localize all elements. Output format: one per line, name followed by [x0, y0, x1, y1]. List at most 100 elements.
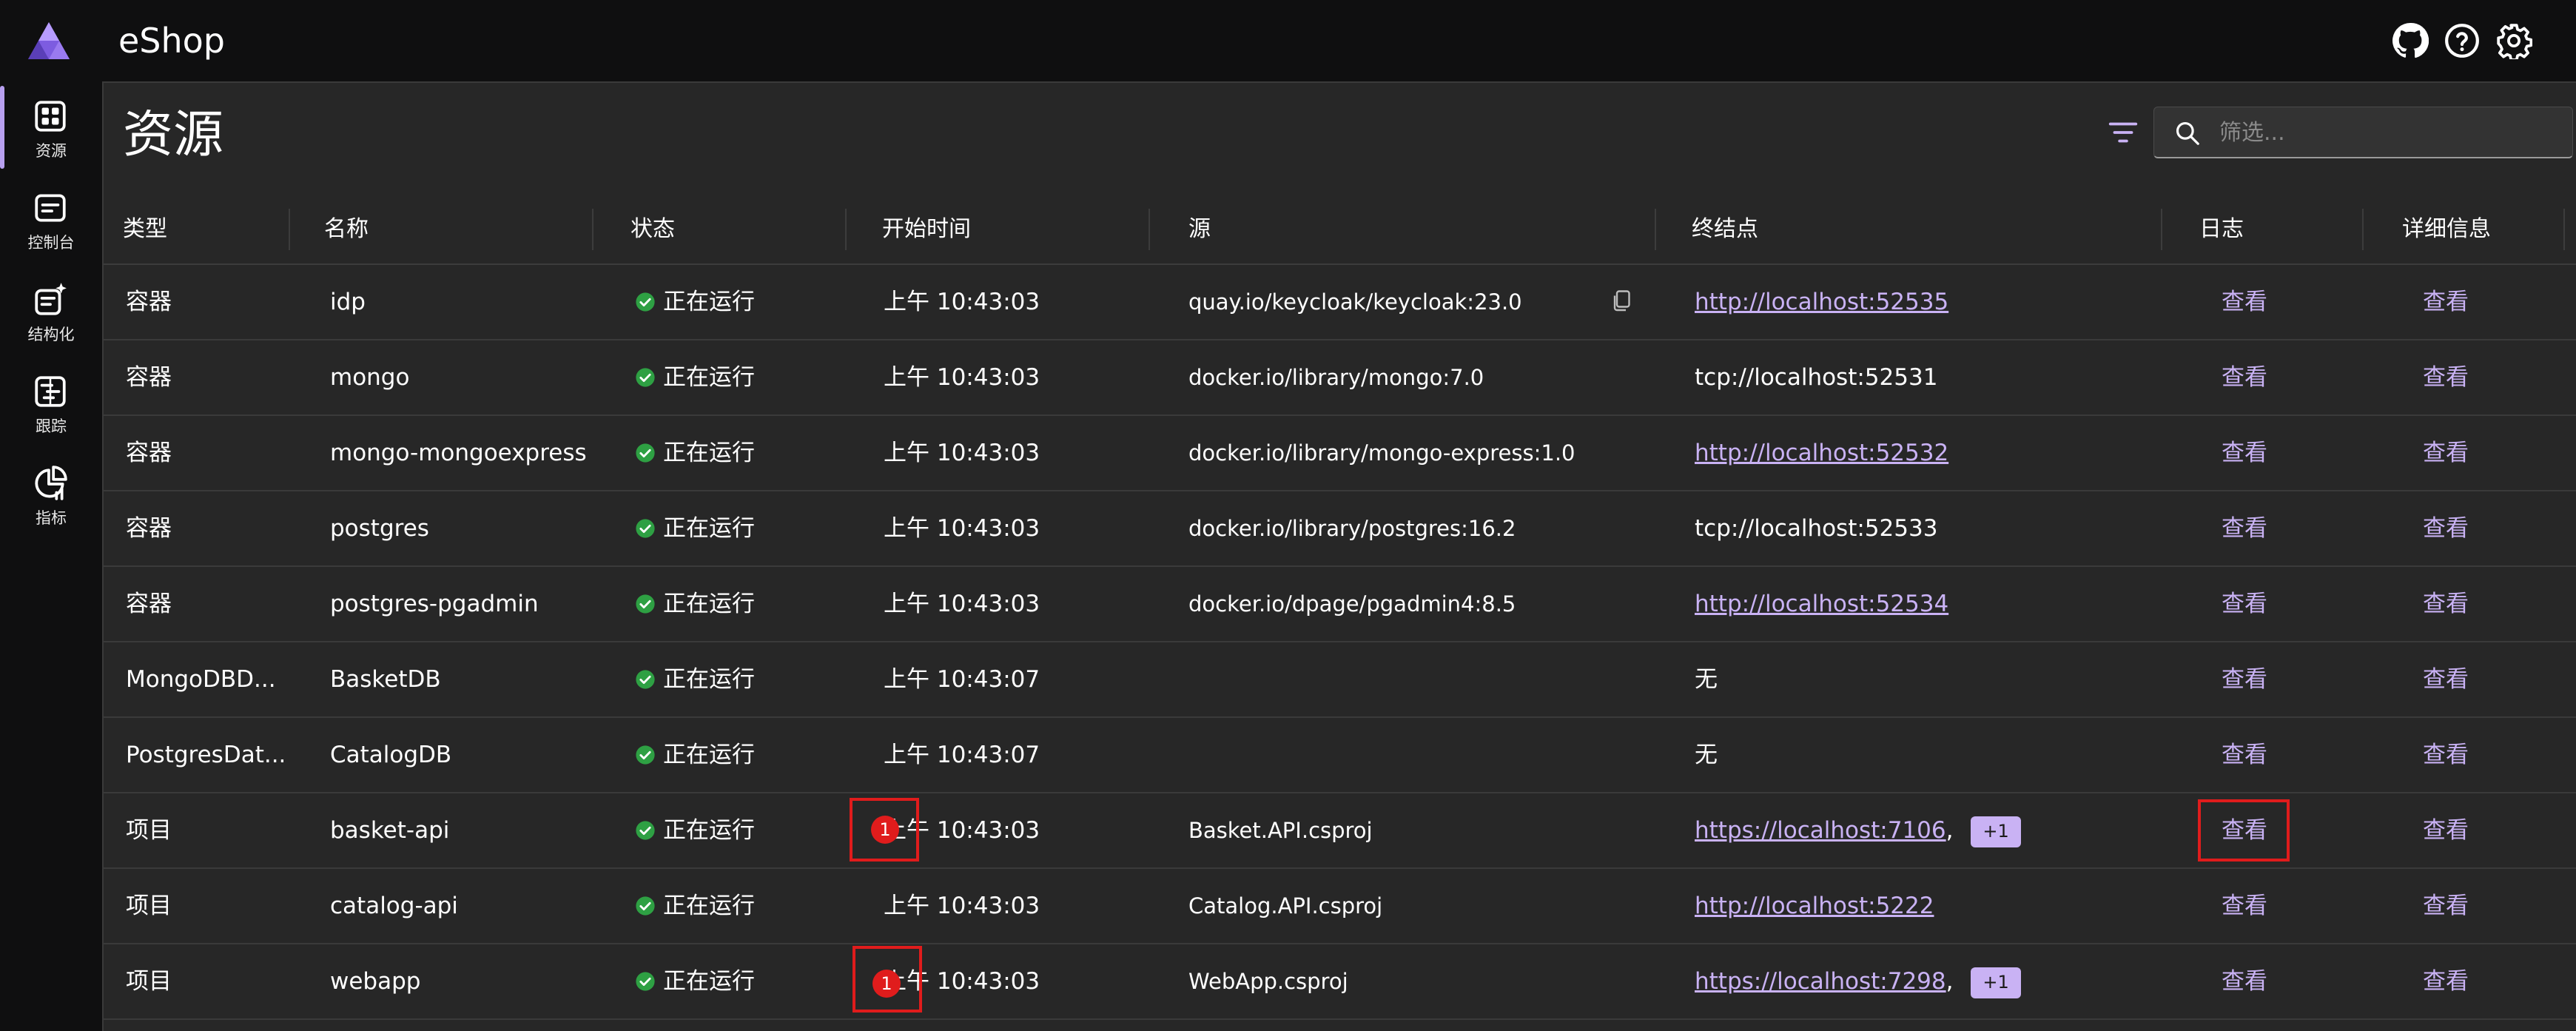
top-bar: eShop	[0, 0, 2576, 81]
table-row: 项目 catalog-api 正在运行 上午 10:43:03 Catalog.…	[104, 869, 2576, 944]
logs-highlight-box	[2198, 799, 2290, 862]
sidebar-item-label: 资源	[36, 142, 67, 160]
column-header-type[interactable]: 类型	[123, 194, 167, 265]
endpoints: tcp://localhost:52533	[1695, 491, 2153, 565]
column-divider[interactable]	[1655, 209, 1656, 250]
view-logs-link[interactable]: 查看	[2222, 491, 2340, 565]
view-details-link[interactable]: 查看	[2423, 642, 2541, 716]
search-box[interactable]	[2153, 107, 2573, 158]
resource-source: WebApp.csproj	[1188, 969, 1348, 994]
sidebar-item-label: 结构化	[27, 326, 75, 343]
start-time: 上午 10:43:07	[884, 742, 1040, 768]
resource-state: 正在运行	[635, 265, 850, 339]
running-check-icon	[636, 670, 655, 689]
column-header-name[interactable]: 名称	[324, 194, 369, 265]
start-time: 上午 10:43:03	[884, 364, 1040, 391]
start-time: 上午 10:43:07	[884, 666, 1040, 693]
endpoint-link[interactable]: http://localhost:52534	[1695, 591, 1948, 617]
table-row: 容器 idp 正在运行 上午 10:43:03 quay.io/keycloak…	[104, 265, 2576, 340]
resource-source: docker.io/library/mongo-express:1.0	[1188, 440, 1575, 466]
view-details-link[interactable]: 查看	[2423, 265, 2541, 339]
endpoints: http://localhost:52532	[1695, 416, 2153, 490]
endpoints: 无	[1695, 642, 2153, 716]
column-divider[interactable]	[592, 209, 593, 250]
view-details-link[interactable]: 查看	[2423, 793, 2541, 867]
resource-source	[1188, 642, 1603, 716]
sidebar-item-structured[interactable]: 结构化	[0, 265, 102, 357]
sidebar-item-label: 控制台	[27, 234, 75, 252]
column-header-state[interactable]: 状态	[630, 194, 675, 265]
resource-name: mongo-mongoexpress	[330, 440, 587, 466]
column-divider[interactable]	[289, 209, 290, 250]
structured-icon	[35, 283, 67, 315]
endpoint-link[interactable]: https://localhost:7298	[1695, 968, 1946, 995]
endpoint-link[interactable]: http://localhost:52535	[1695, 289, 1948, 315]
view-logs-link[interactable]: 查看	[2222, 567, 2340, 641]
endpoint-link[interactable]: http://localhost:5222	[1695, 893, 1934, 919]
column-divider[interactable]	[2362, 209, 2364, 250]
view-logs-link[interactable]: 查看	[2222, 944, 2340, 1018]
column-header-logs[interactable]: 日志	[2199, 194, 2244, 265]
more-endpoints-badge[interactable]: +1	[1971, 816, 2021, 847]
resource-source: Basket.API.csproj	[1188, 818, 1373, 843]
table-row: 容器 mongo 正在运行 上午 10:43:03 docker.io/libr…	[104, 340, 2576, 416]
sidebar: 资源 控制台 结构化 跟踪 指标	[0, 81, 102, 1031]
view-logs-link[interactable]: 查看	[2222, 416, 2340, 490]
resource-state: 正在运行	[635, 944, 850, 1018]
column-divider[interactable]	[1149, 209, 1150, 250]
column-divider[interactable]	[2161, 209, 2162, 250]
column-header-source[interactable]: 源	[1188, 194, 1211, 265]
view-details-link[interactable]: 查看	[2423, 340, 2541, 414]
sidebar-item-console[interactable]: 控制台	[0, 173, 102, 265]
view-details-link[interactable]: 查看	[2423, 567, 2541, 641]
resource-name: CatalogDB	[330, 742, 452, 768]
table-row: 项目 webapp 正在运行 上午 10:43:03 WebApp.csproj…	[104, 944, 2576, 1020]
view-details-link[interactable]: 查看	[2423, 944, 2541, 1018]
app-logo-icon[interactable]	[27, 21, 71, 61]
view-details-link[interactable]: 查看	[2423, 416, 2541, 490]
start-time: 上午 10:43:03	[884, 817, 1040, 844]
column-header-details[interactable]: 详细信息	[2402, 194, 2491, 265]
github-icon[interactable]	[2392, 22, 2429, 59]
copy-icon[interactable]	[1610, 289, 1632, 314]
running-check-icon	[636, 368, 655, 387]
sidebar-item-resources[interactable]: 资源	[0, 81, 102, 173]
state-label: 正在运行	[663, 289, 755, 315]
settings-icon[interactable]	[2495, 22, 2532, 59]
column-divider[interactable]	[2563, 209, 2565, 250]
endpoints: tcp://localhost:52531	[1695, 340, 2153, 414]
sidebar-item-label: 跟踪	[36, 417, 67, 435]
running-check-icon	[636, 443, 655, 463]
state-label: 正在运行	[663, 440, 755, 466]
running-check-icon	[636, 519, 655, 538]
column-divider[interactable]	[845, 209, 847, 250]
column-header-endpoints[interactable]: 终结点	[1692, 194, 1758, 265]
error-highlight-box	[850, 798, 919, 862]
view-logs-link[interactable]: 查看	[2222, 340, 2340, 414]
sidebar-item-metrics[interactable]: 指标	[0, 449, 102, 540]
search-input[interactable]	[2219, 113, 2560, 152]
endpoint-separator: ,	[1946, 968, 1954, 995]
error-highlight-box	[852, 946, 922, 1012]
help-icon[interactable]	[2444, 22, 2481, 59]
resource-type: MongoDBD...	[126, 666, 276, 693]
resources-table: 类型 名称 状态 开始时间 源 终结点 日志 详细信息 容器 idp 正在运行	[104, 194, 2576, 1020]
view-logs-link[interactable]: 查看	[2222, 265, 2340, 339]
column-header-start-time[interactable]: 开始时间	[882, 194, 971, 265]
view-logs-link[interactable]: 查看	[2222, 718, 2340, 792]
view-logs-link[interactable]: 查看	[2222, 642, 2340, 716]
more-endpoints-badge[interactable]: +1	[1971, 967, 2021, 998]
endpoint-link[interactable]: https://localhost:7106	[1695, 817, 1946, 844]
app-title[interactable]: eShop	[118, 16, 225, 65]
view-details-link[interactable]: 查看	[2423, 869, 2541, 943]
filter-icon[interactable]	[2106, 115, 2140, 150]
resource-name: catalog-api	[330, 893, 458, 919]
view-details-link[interactable]: 查看	[2423, 718, 2541, 792]
view-logs-link[interactable]: 查看	[2222, 869, 2340, 943]
state-label: 正在运行	[663, 666, 755, 693]
sidebar-item-traces[interactable]: 跟踪	[0, 357, 102, 449]
endpoint-link[interactable]: http://localhost:52532	[1695, 440, 1948, 466]
view-details-link[interactable]: 查看	[2423, 491, 2541, 565]
resource-name: webapp	[330, 968, 421, 995]
endpoint-link: tcp://localhost:52533	[1695, 515, 1938, 542]
